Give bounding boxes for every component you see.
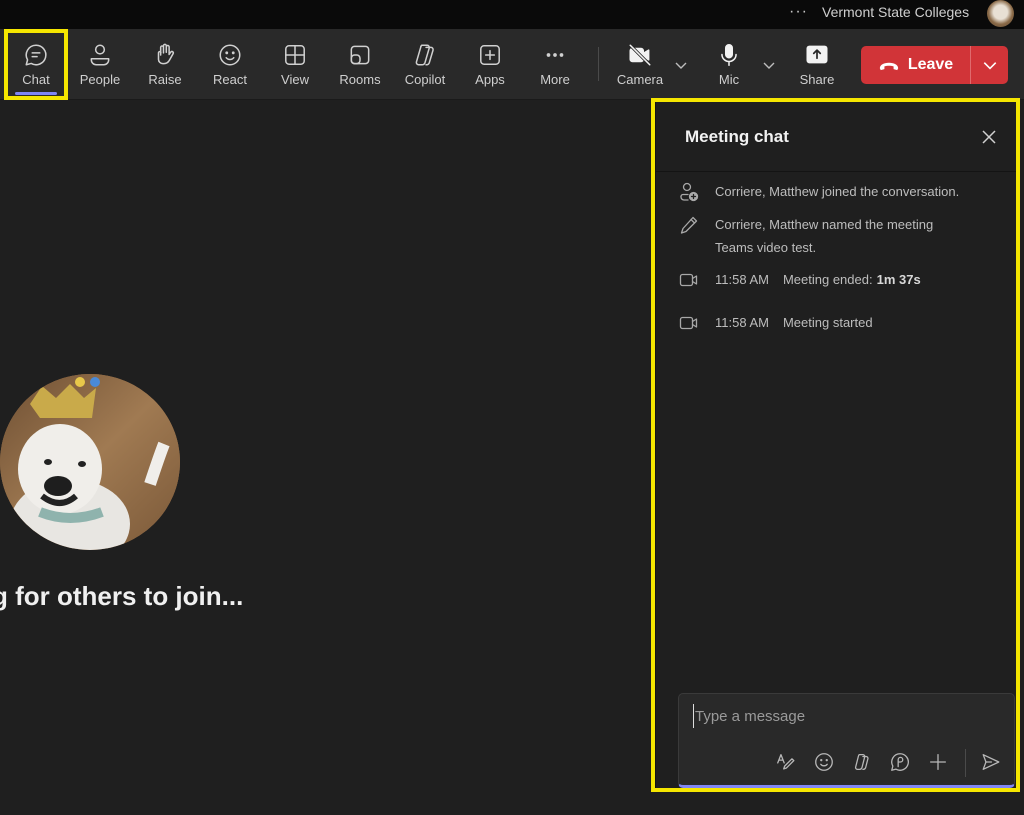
active-indicator [15, 92, 57, 95]
toolbar-chat-button[interactable]: Chat [4, 29, 68, 100]
toolbar-label: Apps [475, 72, 505, 87]
chevron-down-icon [983, 62, 996, 70]
toolbar-divider [598, 47, 599, 81]
leave-options-button[interactable] [971, 46, 1008, 84]
leave-button-group: Leave [861, 46, 1008, 84]
toolbar-label: React [213, 72, 247, 87]
toolbar-people-button[interactable]: People [68, 29, 132, 100]
user-avatar[interactable] [987, 0, 1014, 27]
toolbar-label: People [79, 72, 121, 87]
panel-divider [656, 171, 1016, 172]
toolbar-label: Copilot [404, 72, 446, 87]
more-icon [546, 53, 564, 57]
event-text: Corriere, Matthew named the meeting [715, 217, 934, 232]
event-text: Meeting ended: [782, 272, 873, 287]
video-camera-icon [679, 273, 698, 287]
mic-options-chevron-icon[interactable] [762, 58, 782, 78]
organization-name[interactable]: Vermont State Colleges [822, 4, 969, 20]
send-icon [982, 754, 1000, 770]
chat-event-meeting-ended: 11:58 AM Meeting ended: 1m 37s [678, 268, 1002, 291]
meeting-chat-panel: Meeting chat Corriere, Matthew joined th… [651, 98, 1020, 792]
format-button[interactable] [775, 751, 799, 775]
meeting-toolbar: Chat People Raise React View Rooms Copil… [0, 29, 1024, 100]
camera-off-icon [628, 43, 652, 67]
pencil-icon [680, 216, 698, 234]
toolbar-view-button[interactable]: View [263, 29, 327, 100]
camera-options-chevron-icon[interactable] [674, 58, 694, 78]
toolbar-label: More [540, 72, 570, 87]
camera-label: Camera [616, 72, 664, 87]
event-time: 11:58 AM [715, 272, 769, 287]
toolbar-raise-button[interactable]: Raise [133, 29, 197, 100]
event-time: 11:58 AM [715, 315, 769, 330]
people-icon [90, 44, 110, 66]
event-text: Meeting started [782, 315, 873, 330]
panel-title: Meeting chat [685, 127, 789, 146]
loop-icon [891, 753, 909, 771]
chat-event-meeting-started: 11:58 AM Meeting started [678, 311, 1002, 334]
raise-hand-icon [157, 43, 175, 65]
share-screen-icon [806, 45, 828, 64]
event-text-line2: Teams video test. [715, 240, 817, 255]
share-label: Share [799, 72, 835, 87]
mic-button[interactable]: Mic [697, 29, 761, 100]
meeting-duration: 1m 37s [876, 272, 921, 287]
toolbar-copilot-button[interactable]: Copilot [393, 29, 457, 100]
toolbar-label: Raise [148, 72, 182, 87]
copilot-icon [854, 754, 869, 770]
copilot-icon [415, 44, 434, 66]
meeting-stage: g for others to join... [0, 101, 652, 815]
message-input[interactable] [693, 704, 993, 728]
toolbar-apps-button[interactable]: Apps [458, 29, 522, 100]
participant-avatar [0, 374, 180, 550]
close-icon [982, 130, 996, 144]
person-add-icon [680, 182, 699, 202]
apps-plus-icon [480, 45, 500, 65]
microphone-icon [721, 43, 737, 67]
leave-button[interactable]: Leave [861, 46, 971, 84]
share-button[interactable]: Share [785, 29, 849, 100]
mic-label: Mic [718, 72, 740, 87]
copilot-compose-button[interactable] [851, 751, 875, 775]
waiting-message: g for others to join... [0, 581, 244, 611]
toolbar-label: Chat [22, 72, 50, 87]
emoji-button[interactable] [813, 751, 837, 775]
close-panel-button[interactable] [980, 128, 998, 146]
rooms-icon [350, 45, 370, 65]
composer-toolbar [775, 749, 1004, 777]
dog-photo-icon [0, 374, 180, 550]
camera-button[interactable]: Camera [608, 29, 672, 100]
format-text-icon [777, 754, 795, 770]
message-composer [678, 693, 1015, 788]
leave-label: Leave [907, 56, 954, 73]
send-button[interactable] [980, 751, 1004, 775]
toolbar-react-button[interactable]: React [198, 29, 262, 100]
toolbar-more-button[interactable]: More [523, 29, 587, 100]
more-options-icon[interactable]: ··· [789, 3, 808, 21]
emoji-icon [815, 753, 833, 771]
loop-component-button[interactable] [889, 751, 913, 775]
chat-event-renamed: Corriere, Matthew named the meeting Team… [678, 213, 1002, 259]
title-bar: ··· Vermont State Colleges [0, 0, 1024, 29]
toolbar-label: Rooms [339, 72, 381, 87]
event-text: Corriere, Matthew joined the conversatio… [715, 184, 960, 199]
toolbar-rooms-button[interactable]: Rooms [328, 29, 392, 100]
grid-view-icon [285, 45, 305, 65]
chat-event-joined: Corriere, Matthew joined the conversatio… [678, 180, 1002, 203]
video-camera-icon [679, 316, 698, 330]
attach-button[interactable] [927, 751, 951, 775]
toolbar-label: View [281, 72, 309, 87]
smiley-icon [219, 44, 241, 66]
plus-icon [930, 754, 946, 770]
composer-divider [965, 749, 966, 777]
chat-icon [25, 44, 47, 66]
hang-up-icon [879, 62, 898, 70]
